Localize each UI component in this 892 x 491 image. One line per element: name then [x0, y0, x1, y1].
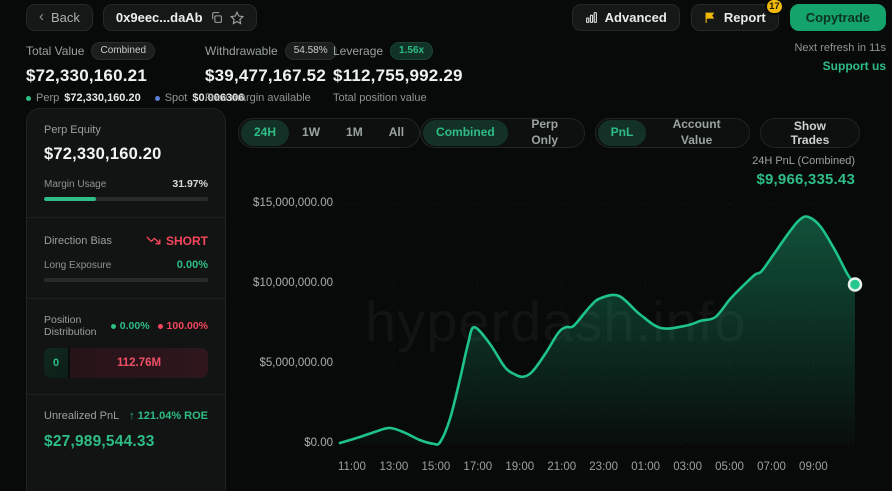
- short-distribution-pct: 100.00%: [158, 320, 208, 332]
- leverage-pill: 1.56x: [390, 42, 433, 60]
- copy-icon[interactable]: [210, 11, 223, 24]
- x-tick-label: 23:00: [589, 461, 618, 473]
- trending-down-icon: [146, 233, 161, 248]
- x-tick-label: 13:00: [380, 461, 409, 473]
- spot-dot-icon: [155, 96, 160, 101]
- pnl-chart[interactable]: hyperdash.info $0.00$5,000,000.00$10,000…: [238, 189, 860, 489]
- support-us-link[interactable]: Support us: [794, 59, 886, 73]
- y-tick-label: $15,000,000.00: [133, 197, 333, 209]
- perp-equity-label: Perp Equity: [44, 124, 208, 136]
- unrealized-pnl-label: Unrealized PnL: [44, 410, 119, 422]
- mode-tab-combined[interactable]: Combined: [423, 120, 508, 146]
- withdrawable-value: $39,477,167.52: [205, 66, 337, 86]
- x-tick-label: 17:00: [463, 461, 492, 473]
- x-tick-label: 07:00: [757, 461, 786, 473]
- stats-row: Total Value Combined $72,330,160.21 Perp…: [0, 36, 892, 102]
- unrealized-pnl-section: Unrealized PnL ↑ 121.04% ROE $27,989,544…: [27, 394, 225, 467]
- metric-tab-pnl[interactable]: PnL: [598, 120, 647, 146]
- show-trades-button[interactable]: Show Trades: [760, 118, 860, 148]
- long-exposure-label: Long Exposure: [44, 260, 111, 271]
- withdrawable-pct-pill: 54.58%: [285, 42, 337, 60]
- x-tick-label: 15:00: [421, 461, 450, 473]
- pnl-line-chart-svg: [238, 189, 868, 454]
- advanced-button[interactable]: Advanced: [572, 4, 680, 31]
- leverage-value: $112,755,992.29: [333, 66, 463, 86]
- pnl-account-toggle: PnLAccount Value: [595, 118, 750, 148]
- stat-withdrawable: Withdrawable 54.58% $39,477,167.52 Free …: [205, 42, 337, 104]
- time-range-tabs: 24H1W1MAll: [238, 118, 420, 148]
- stat-leverage: Leverage 1.56x $112,755,992.29 Total pos…: [333, 42, 463, 104]
- withdrawable-label: Withdrawable: [205, 44, 278, 58]
- long-dot-icon: [111, 324, 116, 329]
- back-button[interactable]: ‹ Back: [26, 4, 93, 31]
- margin-usage-pct: 31.97%: [172, 178, 208, 190]
- y-tick-label: $10,000,000.00: [133, 277, 333, 289]
- combined-pill: Combined: [91, 42, 155, 60]
- address-chip[interactable]: 0x9eec...daAb: [103, 4, 257, 31]
- x-tick-label: 01:00: [631, 461, 660, 473]
- x-tick-label: 21:00: [547, 461, 576, 473]
- topbar: ‹ Back 0x9eec...daAb: [0, 0, 892, 36]
- withdrawable-sub: Free margin available: [205, 92, 311, 104]
- refresh-countdown: Next refresh in 11s: [794, 42, 886, 54]
- direction-bias-value: SHORT: [146, 233, 208, 248]
- long-distribution-pct: 0.00%: [111, 320, 150, 332]
- direction-bias-label: Direction Bias: [44, 235, 112, 247]
- back-label: Back: [51, 10, 80, 25]
- range-tab-1w[interactable]: 1W: [289, 120, 333, 146]
- x-tick-label: 09:00: [799, 461, 828, 473]
- advanced-label: Advanced: [605, 10, 667, 25]
- report-count-badge: 17: [765, 0, 784, 15]
- chevron-left-icon: ‹: [39, 9, 44, 24]
- copytrade-button[interactable]: Copytrade: [790, 4, 886, 31]
- position-distribution-section: Position Distribution 0.00% 100.00% 0 11…: [27, 298, 225, 394]
- copytrading-dashboard: ‹ Back 0x9eec...daAb: [0, 0, 892, 491]
- long-amount: 0: [44, 348, 70, 378]
- metric-tab-account-value[interactable]: Account Value: [646, 112, 746, 153]
- flag-icon: [704, 11, 717, 24]
- wallet-address: 0x9eec...daAb: [116, 10, 203, 25]
- perp-equity-value: $72,330,160.20: [44, 145, 208, 164]
- position-distribution-label: Position Distribution: [44, 314, 103, 338]
- y-tick-label: $0.00: [133, 437, 333, 449]
- pnl-chart-panel: 24H1W1MAll CombinedPerp Only PnLAccount …: [238, 118, 860, 489]
- long-exposure-pct: 0.00%: [177, 259, 208, 271]
- total-value-label: Total Value: [26, 44, 84, 58]
- perp-label: Perp: [36, 92, 59, 104]
- x-tick-label: 03:00: [673, 461, 702, 473]
- chart-pnl-label: 24H PnL (Combined): [238, 155, 855, 167]
- perp-dot-icon: [26, 96, 31, 101]
- mode-tab-perp-only[interactable]: Perp Only: [508, 112, 582, 153]
- x-tick-label: 11:00: [338, 461, 366, 473]
- range-tab-all[interactable]: All: [376, 120, 417, 146]
- short-dot-icon: [158, 324, 163, 329]
- range-tab-24h[interactable]: 24H: [241, 120, 289, 146]
- chart-pnl-value: $9,966,335.43: [238, 171, 855, 188]
- report-label: Report: [724, 10, 766, 25]
- account-summary-card: Perp Equity $72,330,160.20 Margin Usage …: [26, 108, 226, 491]
- bar-chart-icon: [585, 11, 598, 24]
- roe-value: ↑ 121.04% ROE: [129, 410, 208, 422]
- leverage-sub: Total position value: [333, 92, 427, 104]
- leverage-label: Leverage: [333, 44, 383, 58]
- x-tick-label: 05:00: [715, 461, 744, 473]
- combined-perp-toggle: CombinedPerp Only: [420, 118, 585, 148]
- last-point-marker: [849, 279, 861, 291]
- range-tab-1m[interactable]: 1M: [333, 120, 376, 146]
- x-tick-label: 19:00: [505, 461, 534, 473]
- perp-value: $72,330,160.20: [64, 92, 140, 104]
- star-icon[interactable]: [230, 11, 244, 25]
- spot-label: Spot: [165, 92, 188, 104]
- y-tick-label: $5,000,000.00: [133, 357, 333, 369]
- margin-usage-label: Margin Usage: [44, 179, 106, 190]
